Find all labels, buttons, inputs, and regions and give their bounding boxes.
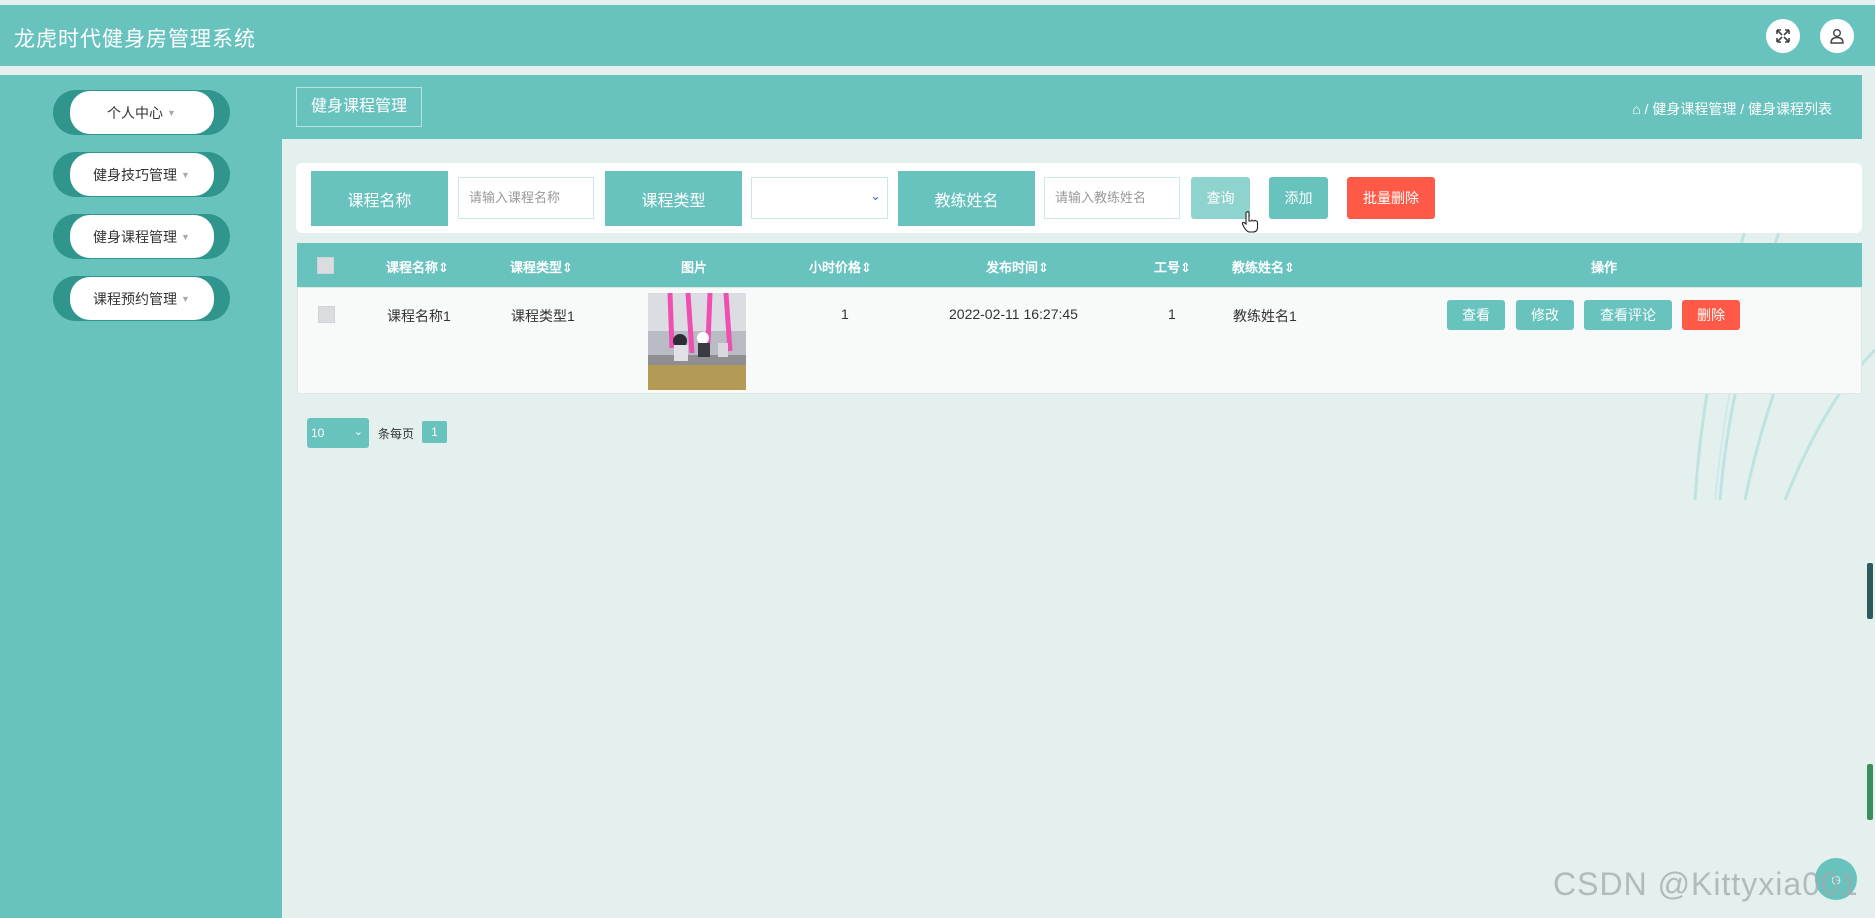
sidebar-item-body: 健身技巧管理 ▼ [69,153,214,196]
column-header-coach-name[interactable]: 教练姓名⇕ [1232,257,1295,276]
course-name-input[interactable]: 请输入课程名称 [458,177,594,219]
expand-icon-graphic [1776,29,1790,43]
page-size-value: 10 [311,426,325,440]
column-header-course-type[interactable]: 课程类型⇕ [510,257,573,276]
search-panel: 课程名称 请输入课程名称 课程类型 ⌄ 教练姓名 请输入教练姓名 查询 添加 批… [296,163,1862,233]
coach-name-label: 教练姓名 [898,171,1035,226]
course-type-select[interactable]: ⌄ [751,177,888,219]
sort-icon: ⇕ [1284,260,1295,275]
cell-hourly-price: 1 [841,306,849,322]
cell-publish-time: 2022-02-11 16:27:45 [949,306,1078,322]
column-label: 小时价格 [809,260,862,275]
cell-course-type: 课程类型1 [511,308,575,324]
sort-icon: ⇕ [1038,260,1049,275]
column-header-course-name[interactable]: 课程名称⇕ [386,257,449,276]
column-label: 工号 [1154,260,1181,275]
breadcrumb-item[interactable]: 健身课程管理 [1652,101,1736,117]
top-bar: 龙虎时代健身房管理系统 [0,5,1875,66]
column-header-image: 图片 [681,260,708,275]
sidebar-item-fitness-tips[interactable]: 健身技巧管理 ▼ [53,152,230,197]
course-name-label: 课程名称 [311,171,448,226]
caret-down-icon: ▼ [181,293,190,304]
column-label: 教练姓名 [1232,260,1285,275]
sidebar: 个人中心 ▼ 健身技巧管理 ▼ 健身课程管理 ▼ 课程预约管理 ▼ [0,75,282,918]
user-icon-graphic [1830,29,1844,44]
app-title: 龙虎时代健身房管理系统 [14,28,256,51]
user-icon[interactable] [1820,19,1854,53]
page-number-current[interactable]: 1 [422,421,447,443]
page-header: 健身课程管理 ⌂ / 健身课程管理 / 健身课程列表 [282,75,1862,139]
column-header-publish-time[interactable]: 发布时间⇕ [986,257,1049,276]
column-label: 发布时间 [986,260,1039,275]
sidebar-item-label: 健身课程管理 [93,228,178,245]
select-all-checkbox[interactable] [317,257,334,274]
breadcrumb-item: 健身课程列表 [1748,101,1832,117]
edit-button[interactable]: 修改 [1516,300,1574,330]
sidebar-item-body: 健身课程管理 ▼ [69,215,214,258]
caret-down-icon: ▼ [181,231,190,242]
sidebar-item-body: 课程预约管理 ▼ [69,277,214,320]
sidebar-item-label: 健身技巧管理 [93,166,178,183]
table-row: 课程名称1 课程类型1 1 2022-02-11 16:27:45 1 教练姓名… [297,287,1862,394]
column-header-job-number[interactable]: 工号⇕ [1154,257,1191,276]
hand-cursor-icon [1241,211,1259,233]
sidebar-item-body: 个人中心 ▼ [69,91,214,134]
home-icon[interactable]: ⌂ [1632,101,1640,117]
sidebar-item-fitness-courses[interactable]: 健身课程管理 ▼ [53,214,230,259]
sort-icon: ⇕ [562,260,573,275]
cell-course-name: 课程名称1 [387,308,451,324]
row-checkbox[interactable] [318,306,335,323]
breadcrumb: ⌂ / 健身课程管理 / 健身课程列表 [1632,99,1832,119]
view-comments-button[interactable]: 查看评论 [1584,300,1672,330]
scrollbar-thumb[interactable] [1867,563,1873,619]
chevron-down-icon: ⌄ [870,188,881,203]
sort-icon: ⇕ [861,260,872,275]
delete-button[interactable]: 删除 [1682,300,1740,330]
caret-down-icon: ▼ [181,169,190,180]
table-header: 课程名称⇕ 课程类型⇕ 图片 小时价格⇕ 发布时间⇕ 工号⇕ 教练姓名⇕ 操作 [297,243,1862,287]
course-type-label: 课程类型 [605,171,742,226]
sidebar-item-label: 课程预约管理 [93,290,178,307]
column-header-hourly-price[interactable]: 小时价格⇕ [809,257,872,276]
sidebar-item-label: 个人中心 [107,104,164,121]
caret-down-icon: ▼ [167,107,176,118]
sort-icon: ⇕ [438,260,449,275]
sidebar-item-personal-center[interactable]: 个人中心 ▼ [53,90,230,135]
add-button[interactable]: 添加 [1269,177,1328,219]
cell-job-number: 1 [1168,306,1176,322]
per-page-text: 条每页 [378,427,415,441]
chevron-down-icon: ⌄ [353,426,363,438]
sort-icon: ⇕ [1180,260,1191,275]
expand-icon[interactable] [1766,19,1800,53]
sidebar-item-course-booking[interactable]: 课程预约管理 ▼ [53,276,230,321]
coach-name-input[interactable]: 请输入教练姓名 [1044,177,1180,219]
column-header-actions: 操作 [1591,260,1618,275]
page-size-select[interactable]: 10 ⌄ [307,418,369,448]
watermark: CSDN @Kittyxia001 [1553,866,1859,902]
view-button[interactable]: 查看 [1447,300,1505,330]
scrollbar-thumb-secondary[interactable] [1867,764,1873,820]
batch-delete-button[interactable]: 批量删除 [1347,177,1435,219]
column-label: 课程名称 [386,260,439,275]
breadcrumb-separator: / [1740,101,1748,117]
course-image[interactable] [648,293,746,390]
column-label: 课程类型 [510,260,563,275]
cell-coach-name: 教练姓名1 [1233,308,1297,324]
course-photo-graphic [648,293,746,390]
page-title: 健身课程管理 [296,87,423,127]
